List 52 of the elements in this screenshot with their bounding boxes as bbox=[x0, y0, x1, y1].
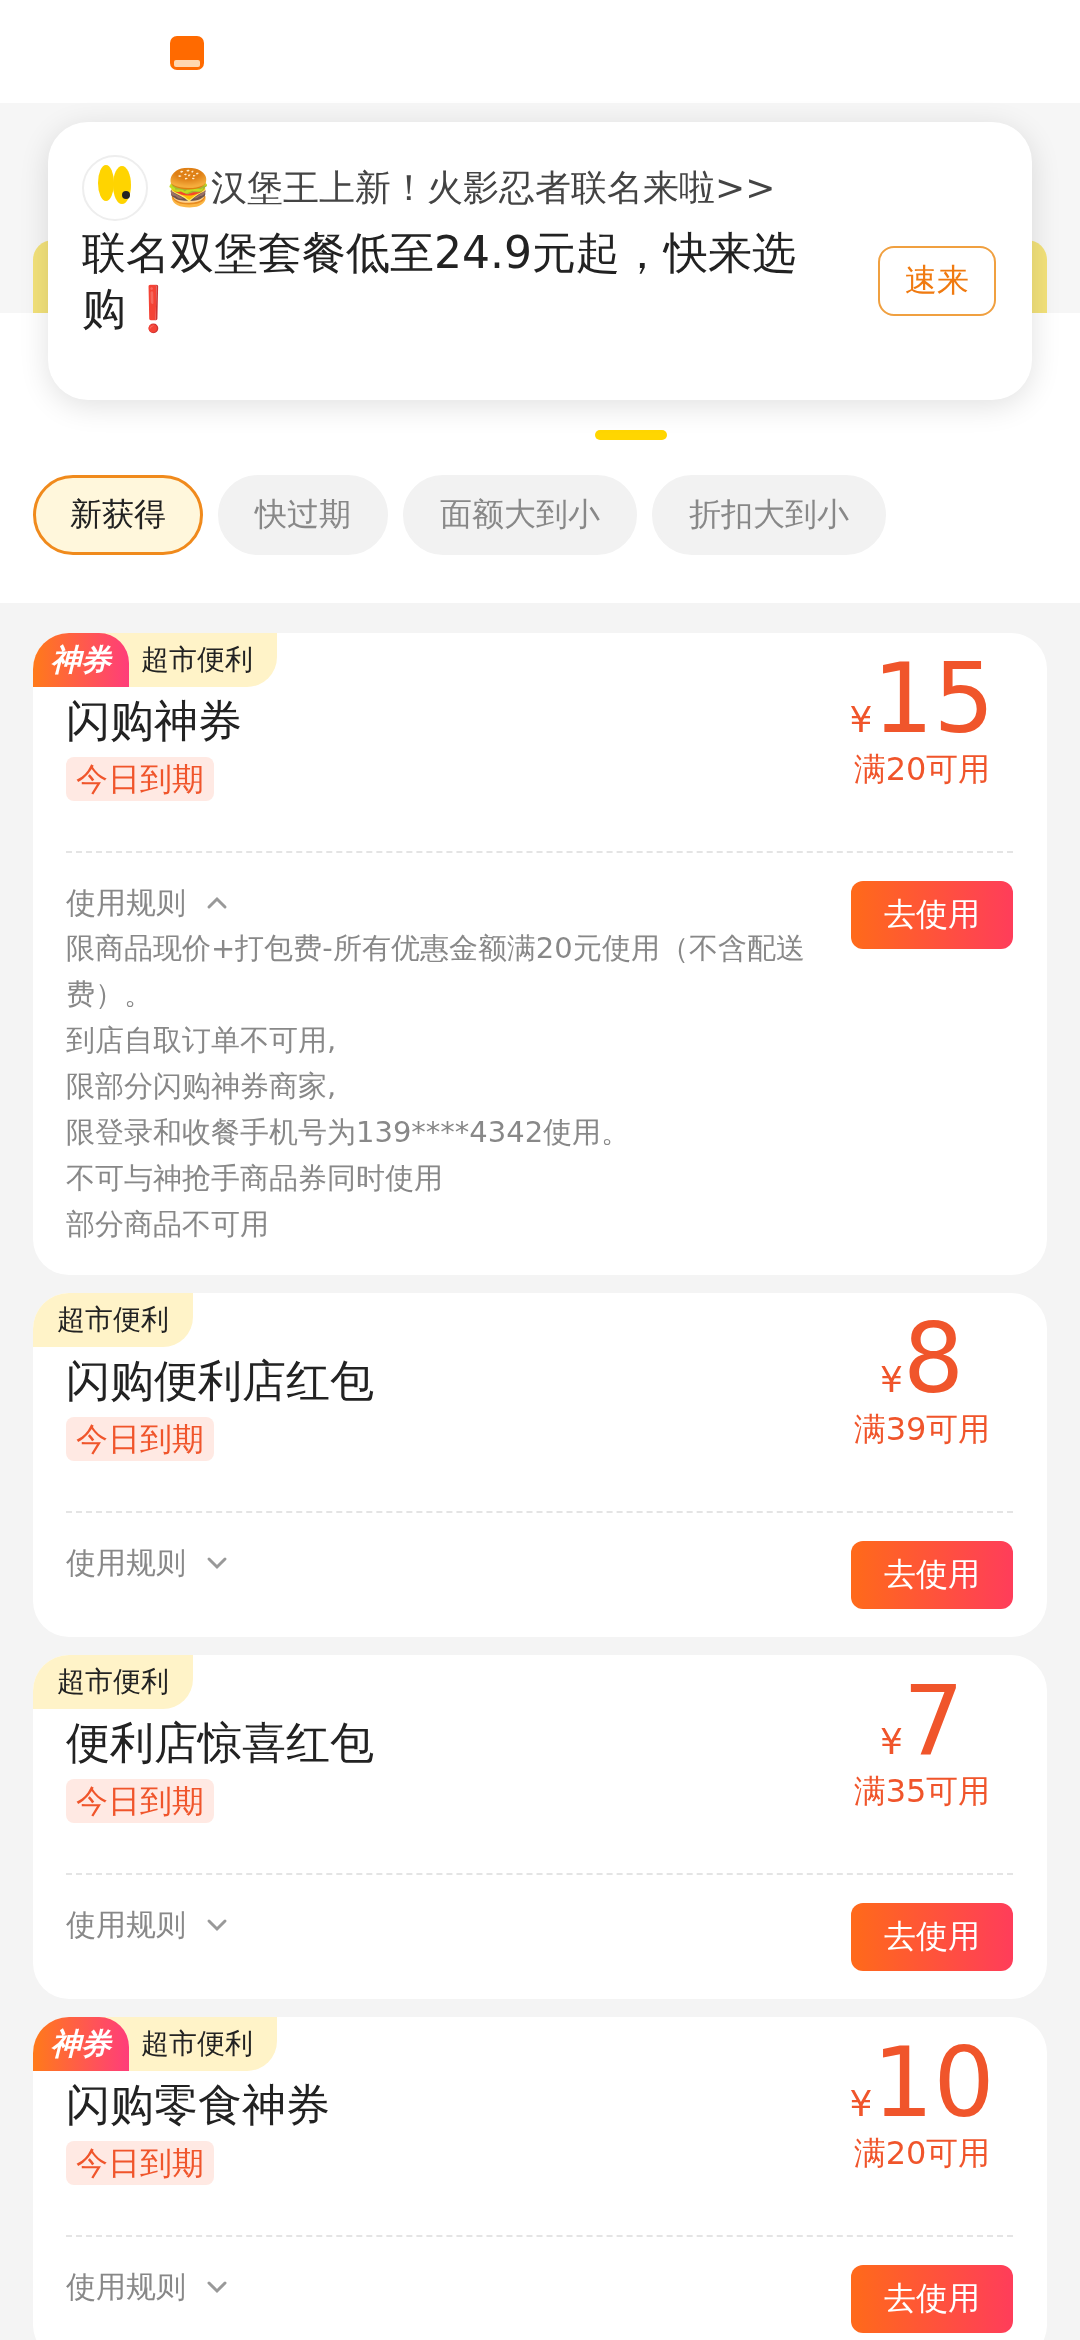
expiry-tag: 今日到期 bbox=[66, 1417, 214, 1461]
chevron-down-icon[interactable] bbox=[206, 1918, 228, 1932]
chevron-down-icon[interactable] bbox=[206, 2280, 228, 2294]
chevron-down-icon[interactable] bbox=[206, 1556, 228, 1570]
rule-text: 到店自取订单不可用, bbox=[66, 1022, 338, 1059]
rule-text: 限部分闪购神券商家, bbox=[66, 1068, 338, 1105]
filter-chip[interactable]: 折扣大到小 bbox=[652, 475, 886, 555]
expiry-tag: 今日到期 bbox=[66, 757, 214, 801]
coupon-title: 便利店惊喜红包 bbox=[66, 1716, 374, 1770]
go-button[interactable]: 速来 bbox=[878, 246, 996, 316]
coupon-amount: 15 bbox=[872, 651, 995, 747]
category-tag: 超市便利 bbox=[33, 1655, 193, 1709]
currency-symbol: ¥ bbox=[880, 1721, 903, 1762]
filter-chip[interactable]: 新获得 bbox=[33, 475, 203, 555]
coupon-title: 闪购便利店红包 bbox=[66, 1354, 374, 1408]
rule-text: 限商品现价+打包费-所有优惠金额满20元使用（不含配送费）。 bbox=[66, 930, 806, 1013]
coupon-amount: 8 bbox=[902, 1311, 964, 1407]
use-button[interactable]: 去使用 bbox=[851, 1541, 1013, 1609]
category-tag: 超市便利 bbox=[33, 1293, 193, 1347]
super-coupon-tag: 神券 bbox=[33, 633, 129, 687]
expiry-tag: 今日到期 bbox=[66, 1779, 214, 1823]
rules-toggle[interactable]: 使用规则 bbox=[66, 2265, 186, 2309]
usage-condition: 满20可用 bbox=[853, 2133, 991, 2174]
currency-symbol: ¥ bbox=[849, 2083, 873, 2124]
rules-toggle[interactable]: 使用规则 bbox=[66, 881, 186, 925]
rules-toggle[interactable]: 使用规则 bbox=[66, 1541, 186, 1585]
filter-chip[interactable]: 快过期 bbox=[218, 475, 388, 555]
rule-text: 不可与神抢手商品券同时使用 bbox=[66, 1160, 444, 1197]
filter-chip[interactable]: 面额大到小 bbox=[403, 475, 637, 555]
app-icon bbox=[170, 36, 204, 70]
rule-text: 部分商品不可用 bbox=[66, 1206, 270, 1243]
coupon-amount: 10 bbox=[872, 2035, 995, 2131]
chevron-up-icon[interactable] bbox=[206, 896, 228, 910]
currency-symbol: ¥ bbox=[880, 1359, 903, 1400]
super-coupon-tag: 神券 bbox=[33, 2017, 129, 2071]
notification-card[interactable]: 🍔汉堡王上新！火影忍者联名来啦>> 联名双堡套餐低至24.9元起，快来选购❗ 速来 bbox=[48, 122, 1032, 400]
use-button[interactable]: 去使用 bbox=[851, 1903, 1013, 1971]
tab-indicator bbox=[595, 430, 667, 440]
coupon-title: 闪购零食神券 bbox=[66, 2078, 330, 2132]
notification-title: 🍔汉堡王上新！火影忍者联名来啦>> bbox=[166, 165, 776, 210]
coupon-amount: 7 bbox=[902, 1673, 964, 1769]
rules-toggle[interactable]: 使用规则 bbox=[66, 1903, 186, 1947]
usage-condition: 满20可用 bbox=[853, 749, 991, 790]
rule-text: 限登录和收餐手机号为139****4342使用。 bbox=[66, 1114, 632, 1151]
usage-condition: 满39可用 bbox=[853, 1409, 991, 1450]
notification-text: 联名双堡套餐低至24.9元起，快来选购❗ bbox=[82, 226, 797, 336]
currency-symbol: ¥ bbox=[849, 699, 873, 740]
use-button[interactable]: 去使用 bbox=[851, 2265, 1013, 2333]
usage-condition: 满35可用 bbox=[853, 1771, 991, 1812]
use-button[interactable]: 去使用 bbox=[851, 881, 1013, 949]
coupon-title: 闪购神券 bbox=[66, 694, 242, 748]
expiry-tag: 今日到期 bbox=[66, 2141, 214, 2185]
